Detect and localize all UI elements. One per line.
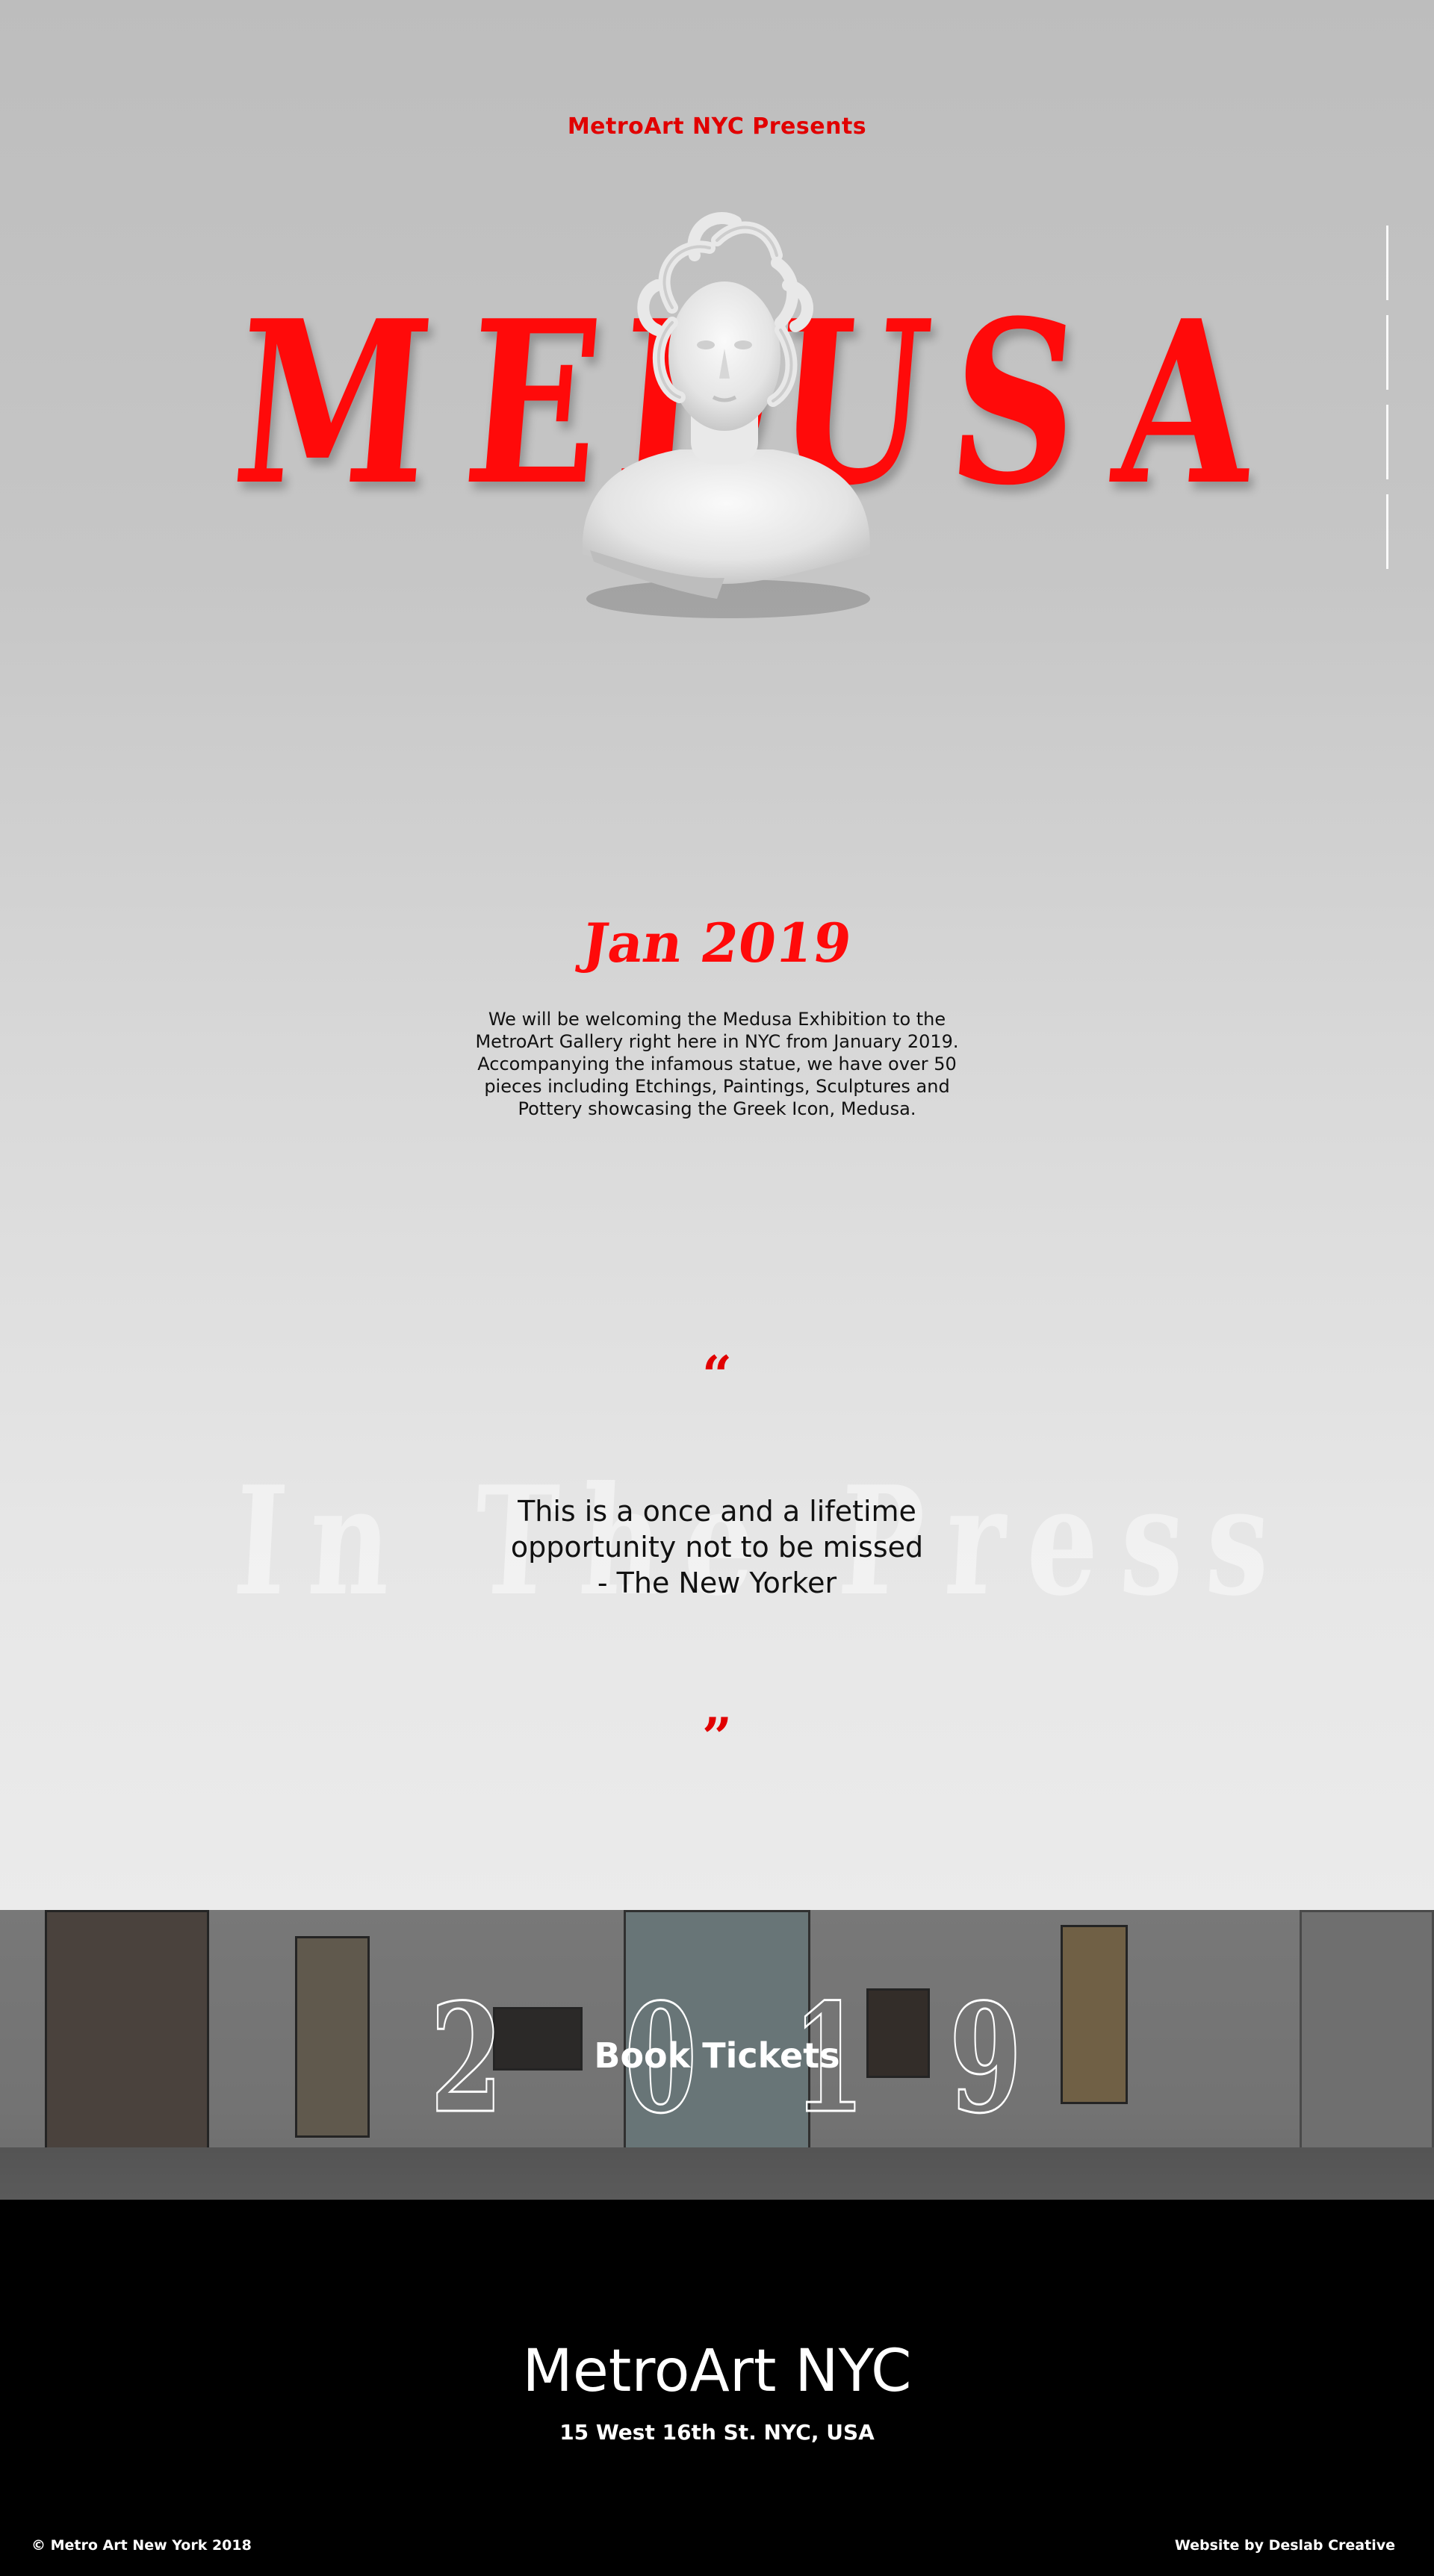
medusa-bust-image: [583, 212, 870, 618]
quote-open-mark: “: [701, 1344, 733, 1406]
press-quote-line-2: opportunity not to be missed: [510, 1531, 924, 1564]
year-digit-4: 9: [949, 1971, 1023, 2147]
side-nav-indicator-4[interactable]: [1386, 494, 1388, 569]
footer: MetroArt NYC 15 West 16th St. NYC, USA ©…: [0, 2200, 1434, 2576]
footer-credit-link[interactable]: Website by Deslab Creative: [1175, 2537, 1395, 2554]
press-quote-attribution: - The New Yorker: [597, 1567, 837, 1599]
title-letter-a: A: [1106, 271, 1264, 535]
footer-copyright: © Metro Art New York 2018: [31, 2537, 252, 2554]
side-nav-indicator-2[interactable]: [1386, 315, 1388, 390]
footer-brand: MetroArt NYC: [522, 2338, 912, 2405]
tickets-section: 2 0 1 9 Book Tickets: [0, 1910, 1434, 2200]
side-nav-indicator-1[interactable]: [1386, 225, 1388, 300]
year-digit-1: 2: [429, 1971, 504, 2147]
book-tickets-button[interactable]: Book Tickets: [568, 2029, 866, 2082]
quote-close-mark: ”: [701, 1706, 733, 1768]
press-quote: This is a once and a lifetime opportunit…: [418, 1493, 1016, 1601]
press-quote-line-1: This is a once and a lifetime: [518, 1495, 916, 1528]
exhibition-description: We will be welcoming the Medusa Exhibiti…: [475, 1009, 959, 1119]
hero-section: MetroArt NYC Presents M E D U S A: [0, 0, 1434, 1910]
side-nav: [1386, 225, 1389, 584]
footer-address: 15 West 16th St. NYC, USA: [559, 2420, 875, 2445]
side-nav-indicator-3[interactable]: [1386, 405, 1388, 479]
presents-text: MetroArt NYC Presents: [567, 113, 867, 140]
title-letter-s: S: [940, 271, 1089, 535]
exhibition-date: Jan 2019: [578, 911, 856, 974]
title-letter-m: M: [226, 271, 441, 535]
